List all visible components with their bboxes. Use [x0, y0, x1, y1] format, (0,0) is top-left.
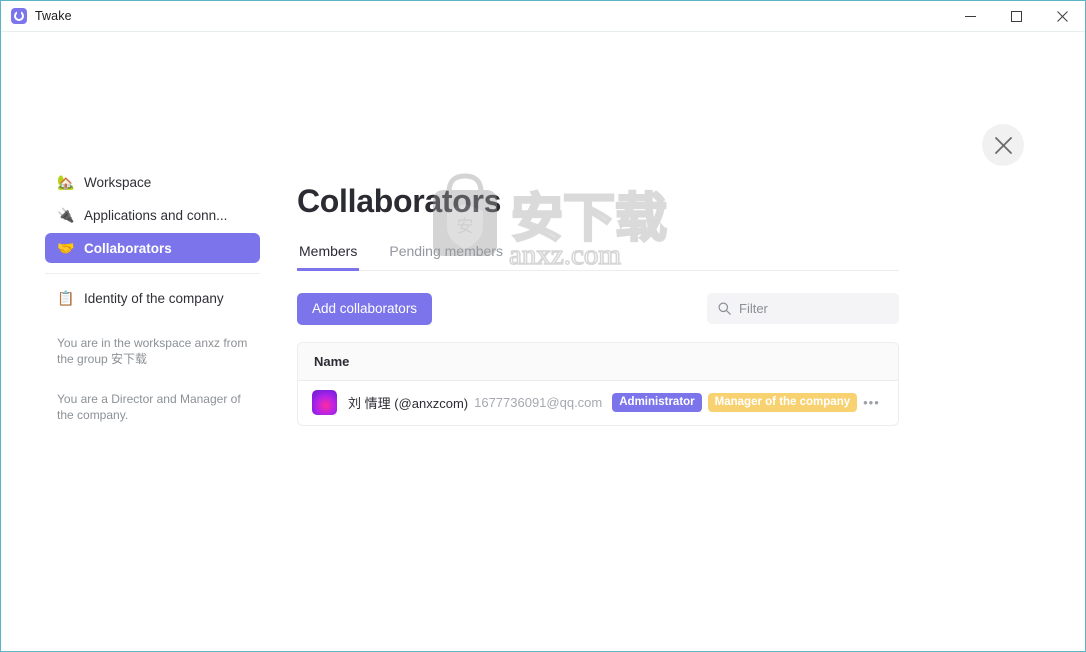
handshake-icon: 🤝: [57, 240, 75, 256]
title-bar: Twake: [1, 1, 1085, 32]
member-email: 1677736091@qq.com: [474, 395, 603, 410]
role-badges: Administrator Manager of the company: [612, 392, 858, 413]
clipboard-icon: 📋: [57, 290, 75, 306]
filter-search-box[interactable]: [707, 293, 899, 325]
sidebar-item-label: Applications and conn...: [84, 207, 228, 223]
house-with-garden-icon: 🏡: [57, 174, 75, 190]
app-title: Twake: [35, 9, 72, 23]
sidebar: 🏡 Workspace 🔌 Applications and conn... 🤝…: [45, 167, 260, 423]
sidebar-item-workspace[interactable]: 🏡 Workspace: [45, 167, 260, 197]
avatar: [312, 390, 337, 415]
sidebar-item-label: Identity of the company: [84, 290, 224, 306]
sidebar-item-collaborators[interactable]: 🤝 Collaborators: [45, 233, 260, 263]
close-button[interactable]: [1039, 1, 1085, 32]
row-overflow-menu-icon[interactable]: •••: [857, 395, 886, 410]
toolbar: Add collaborators: [297, 293, 899, 325]
app-body: 🏡 Workspace 🔌 Applications and conn... 🤝…: [1, 32, 1085, 651]
member-name: 刘 情理 (@anxzcom): [348, 396, 469, 411]
twake-logo-icon: [11, 8, 27, 24]
table-header-name: Name: [298, 342, 898, 381]
title-bar-left: Twake: [1, 8, 72, 24]
sidebar-divider: [45, 273, 260, 274]
minimize-button[interactable]: [947, 1, 993, 32]
add-collaborators-button[interactable]: Add collaborators: [297, 293, 433, 325]
electric-plug-icon: 🔌: [57, 207, 75, 223]
sidebar-item-label: Workspace: [84, 174, 152, 190]
sidebar-item-label: Collaborators: [84, 240, 172, 256]
filter-input[interactable]: [739, 301, 888, 317]
collaborators-table: Name 刘 情理 (@anxzcom) 1677736091@qq.com A…: [297, 341, 899, 426]
main-content: Collaborators Members Pending members Ad…: [297, 180, 899, 426]
table-row[interactable]: 刘 情理 (@anxzcom) 1677736091@qq.com Admini…: [298, 381, 898, 425]
page-title: Collaborators: [297, 183, 502, 219]
status-badge-manager: Manager of the company: [707, 392, 858, 413]
status-badge-administrator: Administrator: [612, 392, 702, 413]
tab-pending-members[interactable]: Pending members: [387, 239, 505, 271]
role-note: You are a Director and Manager of the co…: [57, 392, 241, 422]
tab-bar: Members Pending members: [297, 239, 899, 271]
sidebar-item-identity[interactable]: 📋 Identity of the company: [45, 283, 260, 313]
close-icon: [994, 136, 1012, 154]
search-icon: [718, 302, 731, 316]
sidebar-item-applications[interactable]: 🔌 Applications and conn...: [45, 200, 260, 230]
app-window: Twake 🏡 Workspace 🔌 Applications and con…: [0, 0, 1086, 652]
window-controls: [947, 1, 1085, 32]
modal-close-button[interactable]: [982, 124, 1024, 166]
tab-members[interactable]: Members: [297, 239, 360, 271]
workspace-note: You are in the workspace anxz from the g…: [57, 336, 248, 366]
maximize-button[interactable]: [993, 1, 1039, 32]
